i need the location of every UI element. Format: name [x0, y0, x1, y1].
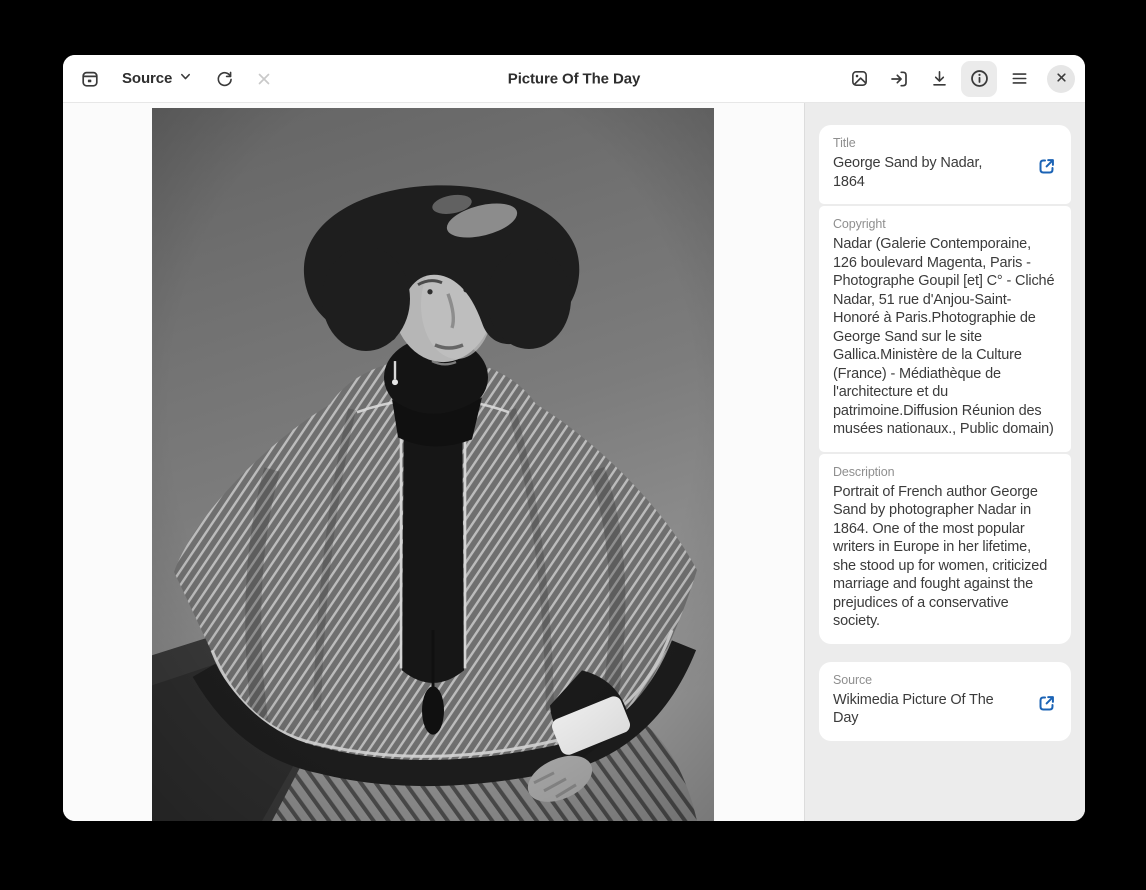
clear-icon — [255, 70, 273, 88]
info-button[interactable] — [961, 61, 997, 97]
close-button[interactable] — [1047, 65, 1075, 93]
toolbar-left-group: Source — [72, 61, 282, 97]
source-dropdown[interactable]: Source — [112, 61, 202, 97]
title-card-value: George Sand by Nadar, 1864 — [833, 154, 1057, 191]
source-external-link-button[interactable] — [1034, 693, 1058, 717]
title-card: Title George Sand by Nadar, 1864 — [819, 125, 1071, 204]
title-external-link-button[interactable] — [1034, 156, 1058, 180]
chevron-down-icon — [179, 70, 192, 87]
description-card: Description Portrait of French author Ge… — [819, 454, 1071, 644]
external-link-icon — [1036, 693, 1057, 717]
photo-viewer — [63, 103, 804, 821]
page-title: Picture Of The Day — [508, 70, 640, 87]
source-card-value: Wikimedia Picture Of The Day — [833, 691, 1057, 728]
copyright-card-label: Copyright — [833, 217, 1057, 231]
menu-icon — [1010, 69, 1029, 88]
info-icon — [969, 68, 990, 89]
info-sidebar: Title George Sand by Nadar, 1864 Copyrig… — [804, 103, 1085, 821]
refresh-icon — [215, 69, 234, 88]
copyright-card: Copyright Nadar (Galerie Contemporaine, … — [819, 206, 1071, 452]
import-button[interactable] — [881, 61, 917, 97]
external-link-icon — [1036, 156, 1057, 180]
description-card-value: Portrait of French author George Sand by… — [833, 483, 1057, 631]
picture-of-the-day-window: Source Picture Of The Day — [63, 55, 1085, 821]
clear-button[interactable] — [246, 61, 282, 97]
source-dropdown-label: Source — [122, 70, 172, 87]
refresh-button[interactable] — [206, 61, 242, 97]
toolbar-right-group — [841, 61, 1075, 97]
close-icon — [1055, 71, 1068, 87]
calendar-button[interactable] — [72, 61, 108, 97]
photo-george-sand[interactable] — [152, 108, 714, 821]
copyright-card-value: Nadar (Galerie Contemporaine, 126 boulev… — [833, 235, 1057, 439]
title-card-label: Title — [833, 136, 1057, 150]
download-icon — [930, 69, 949, 88]
toolbar: Source Picture Of The Day — [63, 55, 1085, 103]
description-card-label: Description — [833, 465, 1057, 479]
source-card-label: Source — [833, 673, 1057, 687]
calendar-icon — [80, 69, 100, 89]
import-icon — [889, 69, 909, 89]
source-card: Source Wikimedia Picture Of The Day — [819, 662, 1071, 741]
image-button[interactable] — [841, 61, 877, 97]
menu-button[interactable] — [1001, 61, 1037, 97]
metadata-card-group: Title George Sand by Nadar, 1864 Copyrig… — [819, 125, 1071, 644]
content-area: Title George Sand by Nadar, 1864 Copyrig… — [63, 103, 1085, 821]
photo-illustration — [152, 108, 714, 821]
download-button[interactable] — [921, 61, 957, 97]
image-icon — [850, 69, 869, 88]
